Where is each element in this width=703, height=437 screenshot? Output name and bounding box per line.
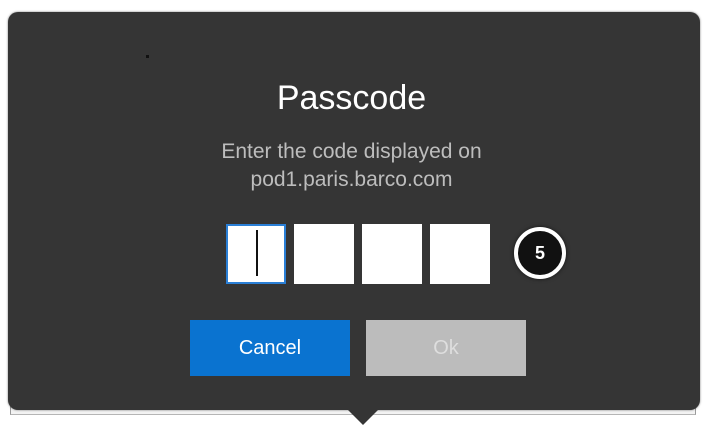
passcode-digit-4[interactable] [430, 224, 490, 284]
step-number-badge: 5 [514, 227, 566, 279]
passcode-digit-3[interactable] [362, 224, 422, 284]
text-caret [256, 230, 258, 276]
cancel-button[interactable]: Cancel [190, 320, 350, 376]
passcode-digit-2[interactable] [294, 224, 354, 284]
speck [146, 55, 149, 58]
dialog-instruction: Enter the code displayed on pod1.paris.b… [0, 138, 703, 194]
instruction-line-1: Enter the code displayed on [221, 140, 482, 163]
passcode-dialog [8, 12, 700, 410]
instruction-line-2: pod1.paris.barco.com [250, 168, 453, 191]
dialog-pointer-arrow [347, 409, 379, 425]
screen: Passcode Enter the code displayed on pod… [0, 0, 703, 437]
ok-button[interactable]: Ok [366, 320, 526, 376]
dialog-title: Passcode [276, 79, 427, 117]
